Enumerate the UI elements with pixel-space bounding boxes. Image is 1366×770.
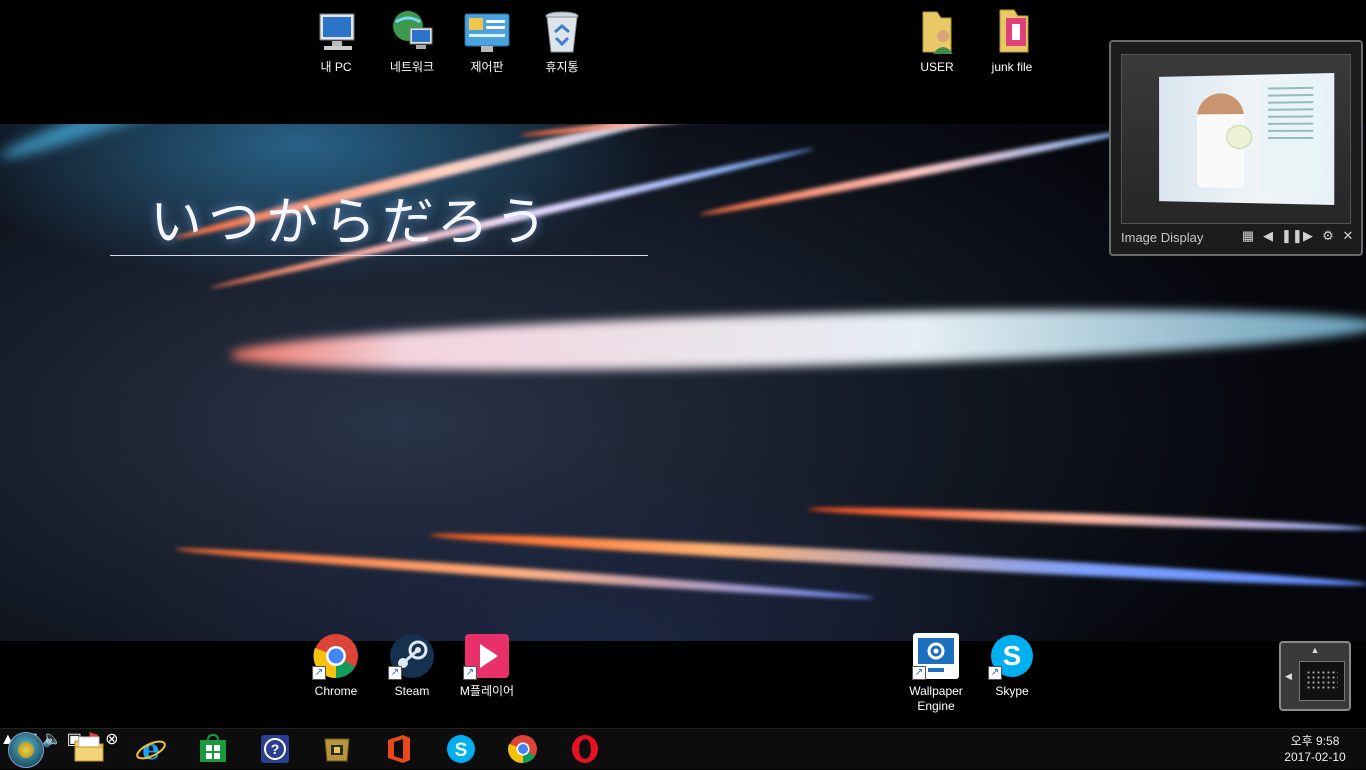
wallpaper-underline — [110, 255, 648, 256]
steam-icon: ↗ — [388, 632, 436, 680]
mplayer-icon: ↗ — [463, 632, 511, 680]
desktop-icon-label: M플레이어 — [459, 684, 515, 698]
label-line: Engine — [917, 699, 955, 713]
desktop-icon-label: Steam — [394, 684, 430, 698]
close-circle-icon[interactable]: ⊗ — [105, 731, 118, 748]
desktop-icon-label: junk file — [991, 60, 1033, 74]
skype-icon: S ↗ — [988, 632, 1036, 680]
wallpaper-title: いつからだろう — [150, 193, 553, 253]
streak — [429, 528, 1366, 592]
shortcut-arrow-icon: ↗ — [388, 666, 402, 680]
photo-card — [1260, 81, 1322, 195]
shortcut-arrow-icon: ↗ — [912, 666, 926, 680]
desktop-icon-skype[interactable]: S ↗ Skype — [977, 632, 1047, 699]
game-icon[interactable] — [321, 733, 353, 765]
svg-text:e: e — [142, 733, 160, 765]
desktop-icon-label: Wallpaper Engine — [901, 684, 971, 714]
gadget-controls: ▦ ◀ ❚❚ ▶ ⚙ ✕ — [1241, 228, 1355, 244]
network-icon — [388, 8, 436, 56]
desktop-icon-chrome[interactable]: ↗ Chrome — [301, 632, 371, 699]
tray-flyout[interactable]: ▲ ◀ — [1279, 641, 1351, 711]
office-icon[interactable] — [383, 733, 415, 765]
desktop-icon-user[interactable]: USER — [902, 8, 972, 75]
grid-icon[interactable]: ▦ — [1241, 228, 1255, 244]
image-display-gadget[interactable]: Image Display ▦ ◀ ❚❚ ▶ ⚙ ✕ — [1109, 40, 1363, 256]
previous-icon[interactable]: ◀ — [1261, 228, 1275, 244]
label-line: Wallpaper — [909, 684, 963, 698]
desktop-icon-label: 내 PC — [320, 60, 352, 74]
desktop-icon-label: 제어판 — [470, 60, 504, 74]
desktop-icon-label: 휴지통 — [545, 60, 579, 74]
desktop-icon-this-pc[interactable]: 내 PC — [301, 8, 371, 75]
pause-icon[interactable]: ❚❚ — [1281, 228, 1303, 244]
desktop-icon-network[interactable]: 네트워크 — [377, 8, 447, 75]
streak — [699, 126, 1133, 219]
desktop-icon-junk-file[interactable]: junk file — [977, 8, 1047, 75]
taskbar-clock[interactable]: 오후 9:58 2017-02-10 — [1274, 733, 1356, 765]
desktop-icon-recycle-bin[interactable]: 휴지통 — [527, 8, 597, 75]
gadget-title: Image Display — [1121, 230, 1204, 245]
computer-icon — [312, 8, 360, 56]
wallpaper-engine-icon: ↗ — [912, 632, 960, 680]
svg-text:S: S — [455, 740, 468, 761]
volume-icon[interactable]: 🔈 — [42, 731, 62, 748]
desktop-icon-mplayer[interactable]: ↗ M플레이어 — [452, 632, 522, 699]
streak — [0, 124, 400, 170]
gadget-photo — [1159, 72, 1335, 206]
svg-text:S: S — [1003, 640, 1022, 671]
start-orb-icon — [18, 742, 34, 758]
user-folder-icon — [913, 8, 961, 56]
clock-time: 오후 9:58 — [1290, 734, 1340, 748]
gadget-photo-frame — [1121, 54, 1351, 224]
chevron-up-icon[interactable]: ▲ — [1281, 645, 1349, 655]
settings-icon[interactable]: ⚙ — [1321, 228, 1335, 244]
desktop-icon-label: 네트워크 — [389, 60, 435, 74]
svg-text:?: ? — [271, 741, 280, 757]
clock-date: 2017-02-10 — [1284, 750, 1346, 764]
streak — [807, 504, 1366, 534]
taskbar: e ? S ▲ ▮▯ 🔈 ▣ ⚑ ⊗ 오후 9:58 2017-02-10 — [0, 728, 1366, 769]
desktop-icon-label: Skype — [995, 684, 1029, 698]
opera-icon[interactable] — [569, 733, 601, 765]
store-icon[interactable] — [197, 733, 229, 765]
internet-explorer-icon[interactable]: e — [135, 733, 167, 766]
desktop-icon-wallpaper-engine[interactable]: ↗ Wallpaper Engine — [901, 632, 971, 714]
chevron-left-icon[interactable]: ◀ — [1285, 671, 1292, 682]
close-icon[interactable]: ✕ — [1341, 228, 1355, 244]
shortcut-arrow-icon: ↗ — [988, 666, 1002, 680]
next-icon[interactable]: ▶ — [1301, 228, 1315, 244]
start-button[interactable] — [8, 732, 44, 768]
desktop-icon-label: USER — [920, 60, 954, 74]
keyboard-icon — [1299, 661, 1345, 701]
control-panel-icon — [463, 8, 511, 56]
recycle-bin-icon — [538, 8, 586, 56]
desktop-icon-control-panel[interactable]: 제어판 — [452, 8, 522, 75]
help-icon[interactable]: ? — [259, 733, 291, 765]
desktop-icon-steam[interactable]: ↗ Steam — [377, 632, 447, 699]
streak — [229, 298, 1366, 381]
file-explorer-icon[interactable] — [73, 733, 105, 765]
shortcut-arrow-icon: ↗ — [463, 666, 477, 680]
folder-icon — [988, 8, 1036, 56]
skype-icon[interactable]: S — [445, 733, 477, 765]
desktop-icon-label: Chrome — [314, 684, 358, 698]
chrome-icon[interactable] — [507, 733, 539, 765]
photo-bouquet — [1226, 124, 1252, 150]
shortcut-arrow-icon: ↗ — [312, 666, 326, 680]
chrome-icon: ↗ — [312, 632, 360, 680]
